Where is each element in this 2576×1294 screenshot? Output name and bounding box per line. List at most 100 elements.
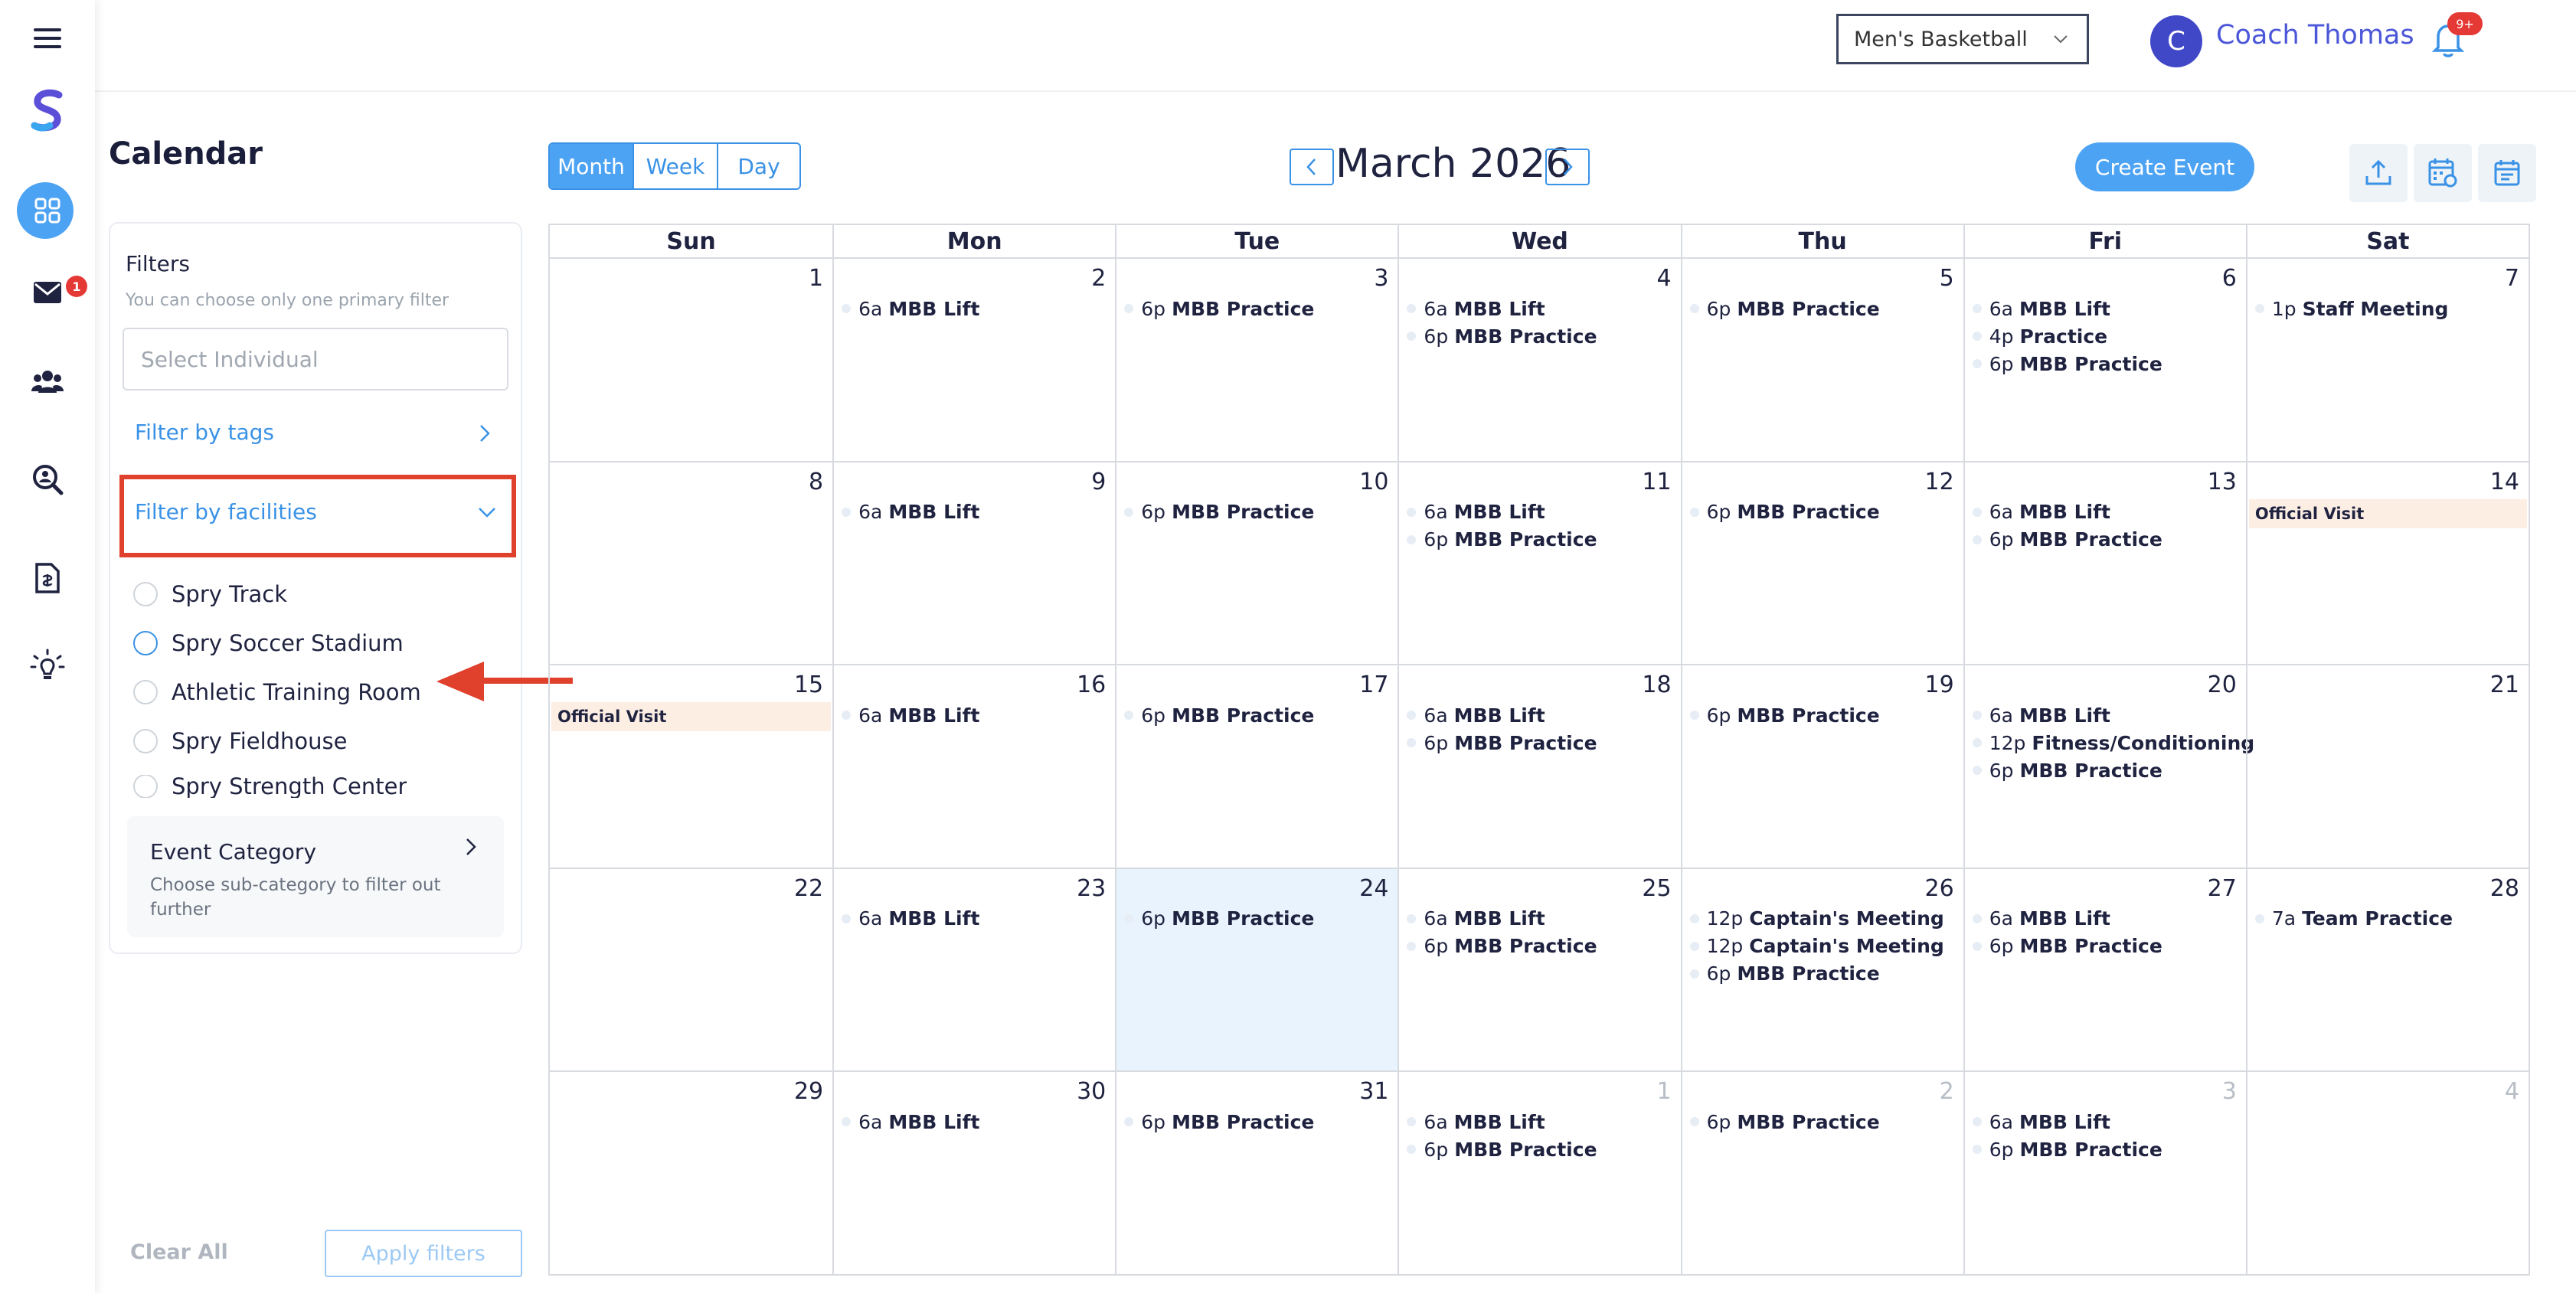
event-item[interactable]: 6p MBB Practice [1124,906,1314,932]
day-cell[interactable]: 3 6p MBB Practice [1115,257,1398,461]
day-cell[interactable]: 22 [550,867,833,1071]
event-item[interactable]: 6p MBB Practice [1407,730,1597,756]
event-item[interactable]: 12p Captain's Meeting [1689,906,1944,932]
lightbulb-icon[interactable] [9,628,86,704]
day-cell[interactable]: 12 6p MBB Practice [1680,460,1963,665]
next-month-button[interactable] [1545,149,1590,185]
radio-button[interactable] [133,729,158,753]
day-cell[interactable]: 11 6a MBB Lift 6p MBB Practice [1398,460,1681,665]
event-item[interactable]: 6a MBB Lift [1407,296,1545,322]
event-item[interactable]: 6a MBB Lift [1407,906,1545,932]
event-item[interactable]: 6p MBB Practice [1689,499,1880,525]
avatar[interactable]: C [2150,15,2202,67]
event-item[interactable]: 6p MBB Practice [1689,702,1880,728]
event-item[interactable]: 6a MBB Lift [1972,702,2110,728]
day-cell[interactable]: 26 12p Captain's Meeting 12p Captain's Meeti… [1680,867,1963,1071]
event-item[interactable]: 6a MBB Lift [842,296,979,322]
tab-week[interactable]: Week [634,144,718,188]
event-item[interactable]: 6p MBB Practice [1407,1136,1597,1162]
facility-item[interactable]: Spry Soccer Stadium [133,628,404,658]
event-item[interactable]: 6a MBB Lift [1972,906,2110,932]
dashboard-icon[interactable] [9,172,86,249]
day-cell[interactable]: 5 6p MBB Practice [1680,257,1963,461]
event-item[interactable]: 12p Captain's Meeting [1689,933,1944,959]
day-cell[interactable]: 27 6a MBB Lift 6p MBB Practice [1963,867,2246,1071]
menu-icon[interactable] [9,0,86,77]
event-item[interactable]: 6p MBB Practice [1972,351,2162,377]
day-cell[interactable]: 18 6a MBB Lift 6p MBB Practice [1398,664,1681,868]
event-item[interactable]: 6p MBB Practice [1972,757,2162,783]
team-icon[interactable] [9,343,86,420]
day-cell[interactable]: 25 6a MBB Lift 6p MBB Practice [1398,867,1681,1071]
day-cell[interactable]: 19 6p MBB Practice [1680,664,1963,868]
day-cell[interactable]: 7 1p Staff Meeting [2245,257,2529,461]
team-select[interactable]: Men's Basketball [1836,14,2089,64]
select-individual-input[interactable]: Select Individual [123,328,508,390]
event-item[interactable]: 6p MBB Practice [1407,527,1597,553]
day-cell[interactable]: 4 [2245,1070,2529,1274]
radio-button[interactable] [133,631,158,655]
event-item[interactable]: 6p MBB Practice [1124,1109,1314,1135]
radio-button[interactable] [133,582,158,606]
day-cell[interactable]: 13 6a MBB Lift 6p MBB Practice [1963,460,2246,665]
event-item[interactable]: 6p MBB Practice [1124,296,1314,322]
event-item[interactable]: 6p MBB Practice [1689,1109,1880,1135]
tab-month[interactable]: Month [550,144,634,188]
user-name[interactable]: Coach Thomas [2216,20,2414,51]
tab-day[interactable]: Day [718,144,799,188]
facility-item[interactable]: Spry Track [133,579,287,609]
day-cell[interactable]: 20 6a MBB Lift 12p Fitness/Conditioning 6p MBB… [1963,664,2254,868]
event-item[interactable]: 6a MBB Lift [1407,1109,1545,1135]
day-cell[interactable]: 2 6p MBB Practice [1680,1070,1963,1274]
filter-by-tags[interactable]: Filter by tags [135,420,274,445]
facility-item[interactable]: Athletic Training Room [133,677,421,707]
day-cell[interactable]: 6 6a MBB Lift 4p Practice 6p MBB Practice [1963,257,2246,461]
day-cell[interactable]: 16 6a MBB Lift [832,664,1116,868]
event-item[interactable]: 6a MBB Lift [1972,1109,2110,1135]
prev-month-button[interactable] [1290,149,1334,185]
calendar-settings-button[interactable] [2414,144,2472,202]
day-cell[interactable]: 8 [550,460,833,665]
day-cell[interactable]: 23 6a MBB Lift [832,867,1116,1071]
day-cell[interactable]: 1 6a MBB Lift 6p MBB Practice [1398,1070,1681,1274]
event-item[interactable]: 6a MBB Lift [842,1109,979,1135]
all-day-event[interactable]: Official Visit [551,702,832,732]
day-cell[interactable]: 17 6p MBB Practice [1115,664,1398,868]
event-item[interactable]: 6p MBB Practice [1972,933,2162,959]
facility-item[interactable]: Spry Fieldhouse [133,726,348,756]
calendar-view-button[interactable] [2478,144,2536,202]
event-item[interactable]: 6p MBB Practice [1407,323,1597,349]
search-analytics-icon[interactable] [9,441,86,518]
event-item[interactable]: 6a MBB Lift [842,702,979,728]
event-item[interactable]: 6p MBB Practice [1124,702,1314,728]
event-item[interactable]: 6p MBB Practice [1124,499,1314,525]
day-cell[interactable]: 21 [2245,664,2529,868]
event-item[interactable]: 6p MBB Practice [1972,527,2162,553]
event-item[interactable]: 6a MBB Lift [1972,499,2110,525]
filter-by-facilities[interactable]: Filter by facilities [135,499,317,524]
event-item[interactable]: 1p Staff Meeting [2254,296,2448,322]
day-cell[interactable]: 2 6a MBB Lift [832,257,1116,461]
event-item[interactable]: 6p MBB Practice [1689,961,1880,987]
day-cell[interactable]: 10 6p MBB Practice [1115,460,1398,665]
day-cell[interactable]: 30 6a MBB Lift [832,1070,1116,1274]
apply-filters-button[interactable]: Apply filters [325,1230,522,1277]
logo-icon[interactable] [9,72,86,149]
event-item[interactable]: 6a MBB Lift [1972,296,2110,322]
day-cell[interactable]: 9 6a MBB Lift [832,460,1116,665]
day-cell[interactable]: 24 6p MBB Practice [1115,867,1398,1071]
event-item[interactable]: 6a MBB Lift [1407,702,1545,728]
day-cell[interactable]: 29 [550,1070,833,1274]
event-item[interactable]: 6a MBB Lift [842,499,979,525]
clear-all-button[interactable]: Clear All [130,1240,228,1264]
facility-item[interactable]: Spry Strength Center [133,775,407,798]
day-cell[interactable]: 15 Official Visit [550,664,833,868]
event-item[interactable]: 6p MBB Practice [1407,933,1597,959]
export-button[interactable] [2349,144,2408,202]
day-cell[interactable]: 31 6p MBB Practice [1115,1070,1398,1274]
document-icon[interactable] [9,540,86,616]
day-cell[interactable]: 14 Official Visit [2245,460,2529,665]
event-item[interactable]: 6a MBB Lift [842,906,979,932]
event-item[interactable]: 6p MBB Practice [1972,1136,2162,1162]
event-item[interactable]: 7a Team Practice [2254,906,2453,932]
